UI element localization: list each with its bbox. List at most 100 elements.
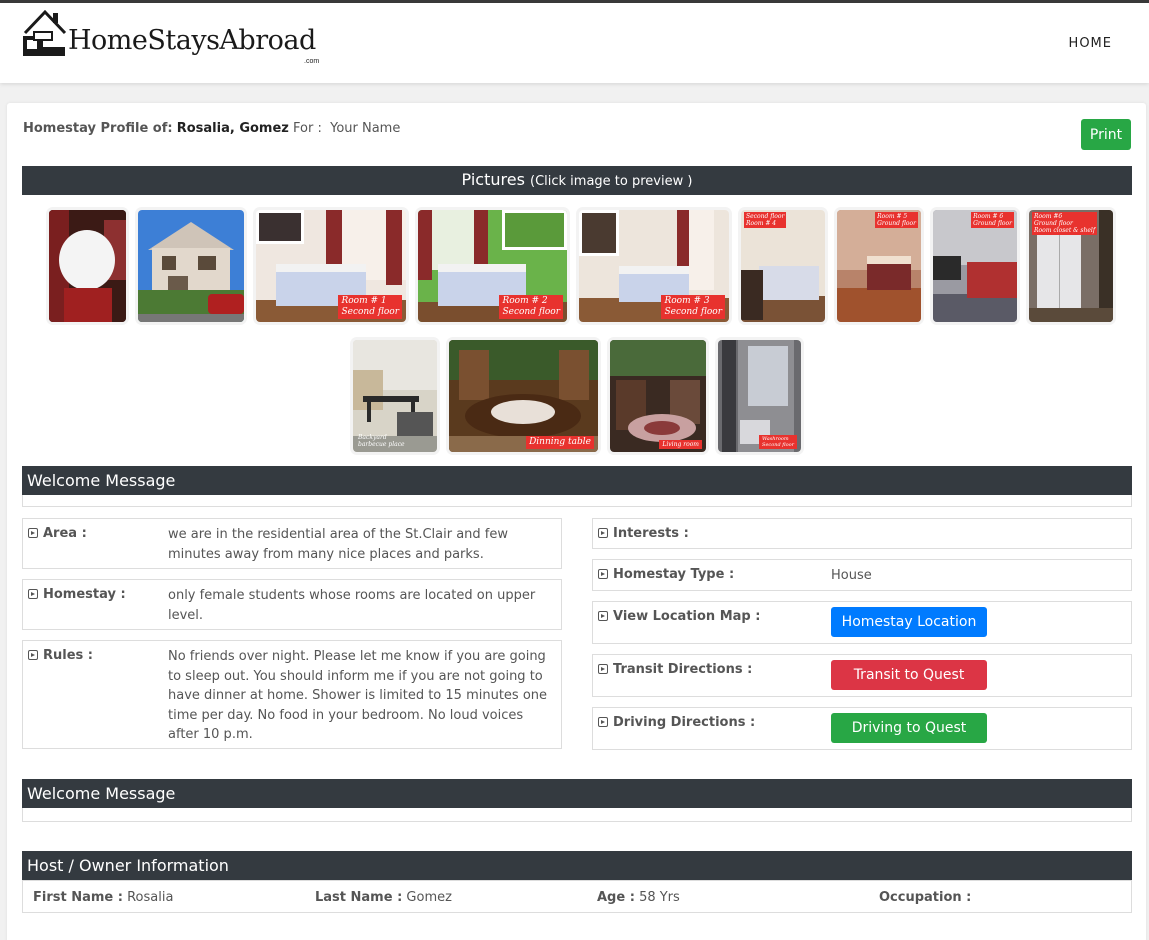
profile-heading: Homestay Profile of: Rosalia, Gomez For … (23, 121, 400, 136)
photo-caption: Living room (659, 440, 702, 449)
detail-key: Driving Directions : (598, 715, 755, 730)
host-last-name-value: Gomez (406, 890, 452, 905)
photo-thumbnail[interactable]: Room # 3 Second floor (579, 210, 729, 322)
detail-key: Homestay : (28, 587, 126, 602)
photo-house-exterior (138, 210, 244, 322)
pictures-hint: (Click image to preview ) (530, 174, 693, 189)
photo-caption: Room # 2 Second floor (499, 295, 563, 319)
host-first-name-value: Rosalia (127, 890, 174, 905)
host-age-label: Age : (597, 890, 635, 905)
photo-living-room (610, 340, 706, 452)
play-square-icon (28, 528, 38, 538)
welcome-header: Welcome Message (22, 466, 1132, 495)
photo-thumbnail[interactable] (49, 210, 126, 322)
photo-thumbnail[interactable]: Living room (610, 340, 706, 452)
detail-key: Rules : (28, 648, 93, 663)
detail-key: View Location Map : (598, 609, 760, 624)
detail-area: Area : we are in the residential area of… (22, 518, 562, 569)
play-square-icon (598, 717, 608, 727)
photo-caption: Washroom Second floor (759, 435, 797, 449)
photo-thumbnail[interactable]: Backyard barbecue place (353, 340, 437, 452)
photo-caption: Room # 6 Ground floor (971, 212, 1014, 228)
photo-thumbnail[interactable]: Room # 5 Ground floor (837, 210, 921, 322)
print-button[interactable]: Print (1081, 119, 1131, 150)
detail-transit: Transit Directions : Transit to Quest (592, 654, 1132, 697)
play-square-icon (598, 528, 608, 538)
detail-value: No friends over night. Please let me kno… (168, 649, 548, 743)
detail-key-text: Rules : (43, 648, 94, 663)
host-info-title: Host / Owner Information (27, 856, 229, 875)
detail-value: only female students whose rooms are loc… (168, 588, 536, 623)
profile-for-label: For : (293, 121, 322, 136)
detail-homestay-type: Homestay Type : House (592, 559, 1132, 591)
photo-caption: Room #6 Ground floor Room closet & shelf (1032, 212, 1098, 235)
photo-caption: Room # 3 Second floor (661, 295, 725, 319)
detail-value: we are in the residential area of the St… (168, 527, 508, 562)
play-square-icon (598, 664, 608, 674)
photo-caption: Room # 1 Second floor (338, 295, 402, 319)
detail-key-text: View Location Map : (613, 609, 761, 624)
host-last-name-label: Last Name : (315, 890, 403, 905)
pictures-title-text: Pictures (461, 170, 525, 189)
photo-thumbnail[interactable] (138, 210, 244, 322)
play-square-icon (598, 569, 608, 579)
detail-key-text: Driving Directions : (613, 715, 756, 730)
profile-for-value: Your Name (330, 121, 401, 136)
host-age: Age : 58 Yrs (597, 890, 680, 905)
play-square-icon (598, 611, 608, 621)
welcome-header-2: Welcome Message (22, 779, 1132, 808)
welcome-body-2 (22, 808, 1132, 822)
photo-thumbnail[interactable]: Washroom Second floor (718, 340, 801, 452)
detail-key-text: Homestay : (43, 587, 126, 602)
detail-key-text: Homestay Type : (613, 567, 735, 582)
host-last-name: Last Name : Gomez (315, 890, 452, 905)
host-age-value: 58 Yrs (639, 890, 680, 905)
host-occupation-label: Occupation : (879, 890, 972, 905)
detail-location-map: View Location Map : Homestay Location (592, 601, 1132, 644)
photo-thumbnail[interactable]: Dinning table (449, 340, 598, 452)
homestay-location-button[interactable]: Homestay Location (831, 607, 987, 637)
detail-driving: Driving Directions : Driving to Quest (592, 707, 1132, 750)
detail-key: Transit Directions : (598, 662, 752, 677)
pictures-title: Pictures (Click image to preview ) (462, 170, 693, 189)
house-logo-icon (23, 9, 67, 56)
site-logo[interactable]: HomeStaysAbroad .com (22, 9, 322, 65)
photo-host (49, 210, 126, 322)
detail-key: Area : (28, 526, 87, 541)
photo-thumbnail[interactable]: Room # 6 Ground floor (933, 210, 1017, 322)
detail-interests: Interests : (592, 518, 1132, 549)
welcome-title-2: Welcome Message (27, 784, 176, 803)
detail-key-text: Interests : (613, 526, 689, 541)
detail-value: House (831, 568, 872, 583)
play-square-icon (28, 650, 38, 660)
detail-key-text: Transit Directions : (613, 662, 753, 677)
pictures-header: Pictures (Click image to preview ) (22, 166, 1132, 195)
photo-thumbnail[interactable]: Second floor Room # 4 (741, 210, 825, 322)
driving-directions-button[interactable]: Driving to Quest (831, 713, 987, 743)
host-info-header: Host / Owner Information (22, 851, 1132, 880)
play-square-icon (28, 589, 38, 599)
photo-caption: Room # 5 Ground floor (875, 212, 918, 228)
host-info-row: First Name : Rosalia Last Name : Gomez A… (22, 880, 1132, 913)
welcome-body (22, 495, 1132, 507)
photo-caption: Dinning table (526, 436, 594, 449)
host-occupation: Occupation : (879, 890, 971, 905)
detail-key-text: Area : (43, 526, 87, 541)
photo-caption: Backyard barbecue place (358, 434, 405, 448)
host-first-name-label: First Name : (33, 890, 123, 905)
profile-host-name: Rosalia, Gomez (176, 121, 289, 136)
host-first-name: First Name : Rosalia (33, 890, 173, 905)
photo-thumbnail[interactable]: Room # 1 Second floor (256, 210, 406, 322)
detail-key: Interests : (598, 526, 689, 541)
profile-label: Homestay Profile of: (23, 121, 173, 136)
photo-caption: Second floor Room # 4 (744, 212, 787, 228)
transit-directions-button[interactable]: Transit to Quest (831, 660, 987, 690)
photo-thumbnail[interactable]: Room # 2 Second floor (418, 210, 567, 322)
photo-thumbnail[interactable]: Room #6 Ground floor Room closet & shelf (1029, 210, 1113, 322)
nav-home-link[interactable]: HOME (1069, 36, 1112, 51)
site-header: HomeStaysAbroad .com HOME (0, 3, 1149, 83)
detail-key: Homestay Type : (598, 567, 734, 582)
logo-text: HomeStaysAbroad (68, 25, 316, 56)
welcome-title: Welcome Message (27, 471, 176, 490)
detail-homestay: Homestay : only female students whose ro… (22, 579, 562, 630)
